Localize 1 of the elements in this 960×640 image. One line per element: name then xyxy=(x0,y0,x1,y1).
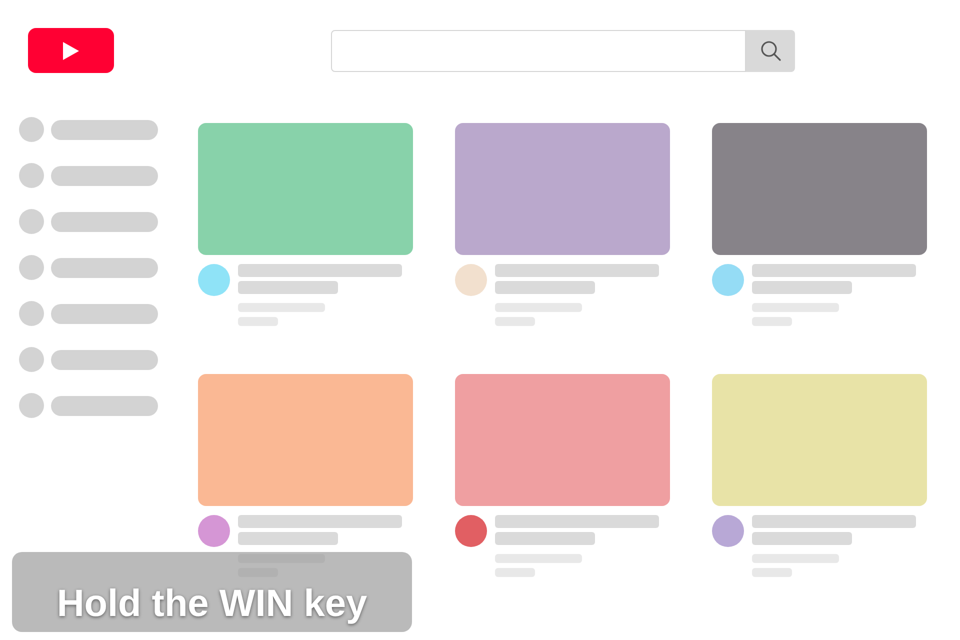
caption-text: Hold the WIN key xyxy=(56,582,368,626)
